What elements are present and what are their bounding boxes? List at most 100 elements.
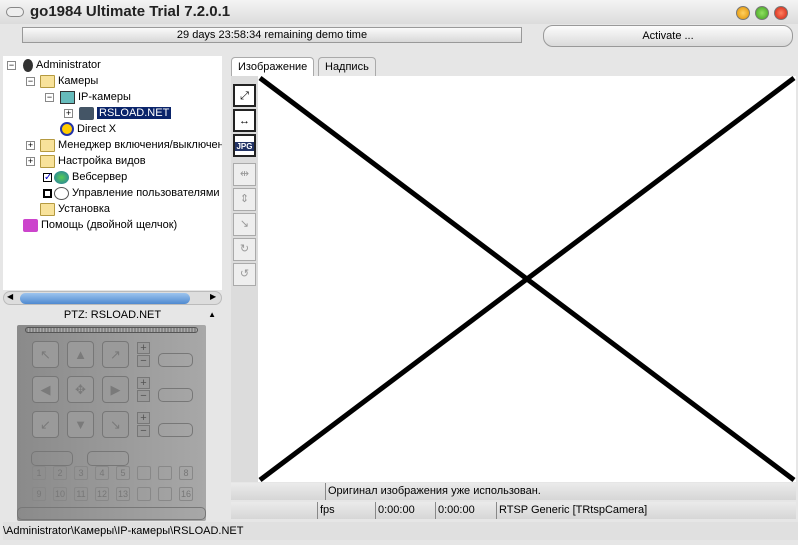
ptz-field[interactable] — [87, 451, 129, 466]
ptz-center-button[interactable]: ✥ — [67, 376, 94, 403]
tree-item-webserver[interactable]: ✓ Вебсервер — [43, 169, 127, 185]
ip-camera-icon — [60, 90, 75, 104]
users-icon — [54, 186, 69, 200]
ptz-status-field — [17, 507, 206, 520]
ptz-preset-button[interactable]: 16 — [179, 487, 193, 501]
flip-horizontal-icon: ⇹ — [239, 168, 250, 180]
ptz-preset-button[interactable]: 4 — [95, 466, 109, 480]
ptz-preset-button[interactable]: 11 — [74, 487, 88, 501]
ptz-minus-button[interactable]: − — [137, 390, 150, 402]
ptz-plus-button[interactable]: + — [137, 342, 150, 354]
rotate-arrow-icon: ↘ — [239, 218, 250, 230]
ptz-preset-button[interactable]: 13 — [116, 487, 130, 501]
ptz-minus-button[interactable]: − — [137, 355, 150, 367]
ptz-slider[interactable] — [25, 327, 198, 333]
ptz-preset-button[interactable]: 2 — [53, 466, 67, 480]
ptz-up-button[interactable]: ▲ — [67, 341, 94, 368]
tree-label: Direct X — [77, 123, 117, 135]
ptz-value-field[interactable] — [158, 423, 193, 437]
ptz-plus-button[interactable]: + — [137, 377, 150, 389]
checkbox-unchecked[interactable] — [43, 188, 52, 198]
tree-item-help[interactable]: Помощь (двойной щелчок) — [23, 217, 177, 233]
ptz-up-left-button[interactable]: ↖ — [32, 341, 59, 368]
ptz-field[interactable] — [31, 451, 73, 466]
tree-item-directx[interactable]: Direct X — [60, 121, 116, 137]
tree-item-administrator[interactable]: Administrator — [23, 57, 101, 73]
ptz-preset-button[interactable]: 1 — [32, 466, 46, 480]
ptz-preset-button[interactable] — [137, 487, 151, 501]
expand-toggle[interactable]: + — [26, 157, 35, 166]
globe-icon — [54, 170, 69, 184]
image-toolbar: ⤢ ↔ JPG ⇹ ⇕ ↘ ↻ ↺ — [231, 76, 258, 482]
tree-item-user-management[interactable]: Управление пользователями — [43, 185, 220, 201]
scroll-right-arrow-icon[interactable]: ▶ — [210, 292, 216, 301]
ptz-left-button[interactable]: ◀ — [32, 376, 59, 403]
ptz-preset-button[interactable] — [158, 487, 172, 501]
rotate-right-button[interactable]: ↻ — [233, 238, 256, 261]
flip-horizontal-button[interactable]: ⇹ — [233, 163, 256, 186]
maximize-button[interactable] — [755, 6, 769, 20]
tree-item-view-settings[interactable]: Настройка видов — [40, 153, 146, 169]
ptz-preset-button[interactable]: 9 — [32, 487, 46, 501]
stretch-width-button[interactable]: ↔ — [233, 109, 256, 132]
ptz-down-right-button[interactable]: ↘ — [102, 411, 129, 438]
time-2: 0:00:00 — [435, 502, 475, 519]
flip-vertical-button[interactable]: ⇕ — [233, 188, 256, 211]
ptz-up-right-button[interactable]: ↗ — [102, 341, 129, 368]
ptz-preset-button[interactable]: 3 — [74, 466, 88, 480]
system-menu-button[interactable] — [6, 7, 24, 17]
collapse-toggle[interactable]: − — [7, 61, 16, 70]
expand-toggle[interactable]: + — [26, 141, 35, 150]
tree-label: Установка — [58, 203, 110, 215]
tree-item-setup[interactable]: Установка — [40, 201, 110, 217]
ptz-down-left-button[interactable]: ↙ — [32, 411, 59, 438]
status-bar-info: fps 0:00:00 0:00:00 RTSP Generic [TRtspC… — [231, 502, 796, 519]
tree-horizontal-scrollbar[interactable]: ◀ ▶ — [3, 291, 222, 305]
fit-screen-button[interactable]: ⤢ — [233, 84, 256, 107]
setup-folder-icon — [40, 202, 55, 216]
ptz-preset-button[interactable]: 8 — [179, 466, 193, 480]
jpg-button[interactable]: JPG — [233, 134, 256, 157]
rotate-button[interactable]: ↘ — [233, 213, 256, 236]
ptz-minus-button[interactable]: − — [137, 425, 150, 437]
image-preview — [258, 76, 796, 482]
activate-button[interactable]: Activate ... — [543, 25, 793, 47]
folder-icon — [40, 154, 55, 168]
tab-image[interactable]: Изображение — [231, 57, 315, 76]
tree-item-power-manager[interactable]: Менеджер включения/выключения — [40, 137, 222, 153]
rotate-left-button[interactable]: ↺ — [233, 263, 256, 286]
ptz-value-field[interactable] — [158, 353, 193, 367]
ptz-preset-button[interactable]: 5 — [116, 466, 130, 480]
ptz-down-button[interactable]: ▼ — [67, 411, 94, 438]
ptz-preset-button[interactable]: 12 — [95, 487, 109, 501]
ptz-value-field[interactable] — [158, 388, 193, 402]
no-image-cross-icon — [258, 76, 796, 482]
horizontal-arrows-icon: ↔ — [239, 115, 250, 127]
collapse-toggle[interactable]: − — [26, 77, 35, 86]
ptz-preset-button[interactable] — [158, 466, 172, 480]
folder-open-icon — [40, 74, 55, 88]
tree-item-cameras[interactable]: Камеры — [40, 73, 98, 89]
ptz-control-panel: ↖ ▲ ↗ + − ◀ ✥ ▶ + − ↙ ▼ ↘ + −1 2 3 4 5 8 9 10 11 12 13 16 — [17, 325, 206, 521]
collapse-toggle[interactable]: − — [45, 93, 54, 102]
user-icon — [23, 58, 33, 72]
scroll-left-arrow-icon[interactable]: ◀ — [7, 292, 13, 301]
directx-icon — [60, 122, 74, 137]
tab-caption[interactable]: Надпись — [318, 57, 376, 76]
scrollbar-thumb[interactable] — [20, 293, 190, 304]
ptz-preset-button[interactable]: 10 — [53, 487, 67, 501]
tree-item-ip-cameras[interactable]: IP-камеры — [60, 89, 131, 105]
title-bar: go1984 Ultimate Trial 7.2.0.1 — [0, 0, 798, 24]
ptz-plus-button[interactable]: + — [137, 412, 150, 424]
ptz-preset-button[interactable] — [137, 466, 151, 480]
tree-item-rsload-net[interactable]: RSLOAD.NET — [79, 105, 172, 121]
demo-time-bar: 29 days 23:58:34 remaining demo time — [22, 27, 522, 43]
checkbox-checked[interactable]: ✓ — [43, 172, 52, 182]
expand-toggle[interactable]: + — [64, 109, 73, 118]
close-button[interactable] — [774, 6, 788, 20]
minimize-button[interactable] — [736, 6, 750, 20]
ptz-right-button[interactable]: ▶ — [102, 376, 129, 403]
collapse-arrow-icon[interactable]: ▲ — [208, 307, 216, 323]
camera-icon — [79, 106, 94, 120]
navigation-tree[interactable]: − Administrator − Камеры − IP-камеры + R… — [3, 56, 222, 290]
